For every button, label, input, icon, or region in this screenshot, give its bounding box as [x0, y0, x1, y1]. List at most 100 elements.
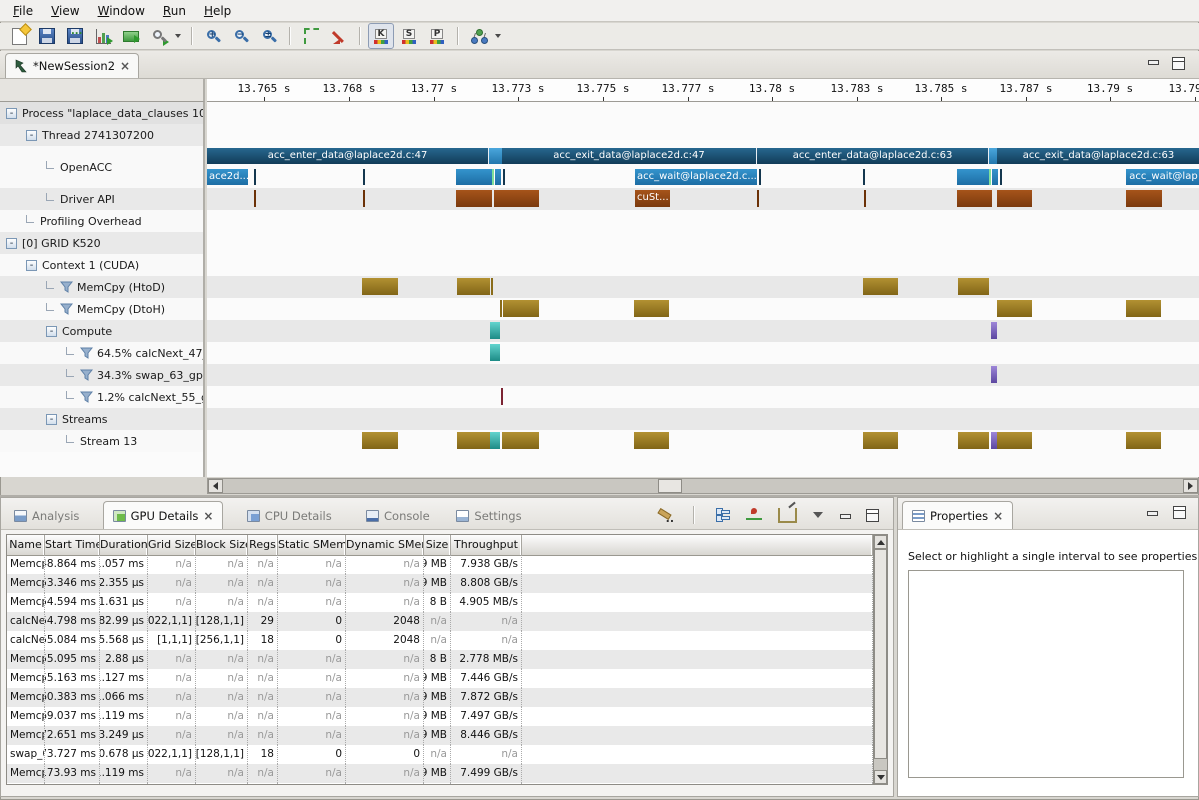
- timeline-interval[interactable]: [957, 169, 989, 185]
- gpu-table-row[interactable]: Memcpy153.346 ms62.355 µsn/an/an/an/an/a…: [7, 574, 873, 593]
- timeline-interval[interactable]: [500, 300, 502, 317]
- timeline-row-compute[interactable]: [207, 320, 1199, 342]
- column-header-static-smem[interactable]: Static SMem: [278, 535, 346, 555]
- tree-row-compute[interactable]: -Compute: [0, 320, 203, 342]
- tree-row-driver-api[interactable]: Driver API: [0, 188, 203, 210]
- collapse-icon[interactable]: -: [6, 108, 17, 119]
- timeline-interval[interactable]: [457, 278, 490, 295]
- maximize-panel-icon[interactable]: [866, 509, 879, 522]
- gpu-table-scrollbar-thumb[interactable]: [874, 549, 887, 759]
- gpu-table-row[interactable]: Memcpy173.93 ms1.119 msn/an/an/an/an/a9 …: [7, 764, 873, 783]
- edit-icon[interactable]: [657, 509, 672, 522]
- timeline-row-thread[interactable]: [207, 124, 1199, 146]
- gpu-table-row[interactable]: calcNext155.084 ms5.568 µs[1,1,1][256,1,…: [7, 631, 873, 650]
- tree-row-thread[interactable]: -Thread 2741307200: [0, 124, 203, 146]
- timeline-row-stream-13[interactable]: [207, 430, 1199, 452]
- column-header-dynamic-smem[interactable]: Dynamic SMem: [346, 535, 424, 555]
- tree-row-kernel-swap63[interactable]: 34.3% swap_63_gpu: [0, 364, 203, 386]
- collapse-icon[interactable]: -: [26, 130, 37, 141]
- timeline-interval[interactable]: [490, 432, 500, 449]
- menu-run[interactable]: Run: [154, 2, 195, 20]
- source-zoom-button[interactable]: [146, 23, 172, 49]
- timeline-interval[interactable]: [957, 190, 992, 207]
- timeline-row-process[interactable]: [207, 102, 1199, 124]
- collapse-icon[interactable]: -: [6, 238, 17, 249]
- timeline-interval[interactable]: [456, 169, 492, 185]
- tree-row-kernel-calcnext55[interactable]: 1.2% calcNext_55_g...: [0, 386, 203, 408]
- timeline-interval[interactable]: [864, 190, 866, 207]
- new-session-button[interactable]: [6, 23, 32, 49]
- timeline-interval[interactable]: [997, 190, 1032, 207]
- timeline-ruler[interactable]: 13.765 s13.768 s13.77 s13.773 s13.775 s1…: [207, 79, 1199, 102]
- timeline-interval-acc-wait-lap[interactable]: acc_wait@lap: [1126, 169, 1199, 185]
- tree-row-stream-13[interactable]: Stream 13: [0, 430, 203, 452]
- timeline-interval[interactable]: [958, 432, 989, 449]
- timeline-interval[interactable]: [490, 322, 500, 339]
- scroll-right-button[interactable]: [1183, 479, 1198, 493]
- timeline-interval-acc-enter-data-laplace2d-c-47[interactable]: acc_enter_data@laplace2d.c:47: [207, 148, 489, 164]
- timeline-interval[interactable]: [489, 148, 502, 164]
- timeline-interval[interactable]: [502, 432, 539, 449]
- timeline-row-profiling-overhead[interactable]: [207, 210, 1199, 232]
- gpu-table-row[interactable]: Memcpy179.163 ms1.073 msn/an/an/an/an/a9…: [7, 783, 873, 784]
- gpu-table-row[interactable]: Memcpy148.864 ms1.057 msn/an/an/an/an/a9…: [7, 555, 873, 574]
- timeline-interval[interactable]: [989, 148, 997, 164]
- timeline-row-driver-api[interactable]: cuSt...: [207, 188, 1199, 210]
- timeline-row-openacc-data[interactable]: acc_enter_data@laplace2d.c:47acc_exit_da…: [207, 146, 1199, 167]
- tree-row-kernel-calcnext47[interactable]: 64.5% calcNext_47_...: [0, 342, 203, 364]
- gpu-table-vertical-scrollbar[interactable]: [873, 534, 888, 785]
- tab-analysis[interactable]: Analysis: [5, 502, 88, 529]
- session-tab[interactable]: *NewSession2 ×: [5, 53, 139, 78]
- unguided-analysis-dropdown[interactable]: [495, 34, 501, 38]
- maximize-properties-icon[interactable]: [1173, 506, 1186, 519]
- timeline-row-kernel-swap63[interactable]: [207, 364, 1199, 386]
- tree-row-profiling-overhead[interactable]: Profiling Overhead: [0, 210, 203, 232]
- tab-settings[interactable]: Settings: [447, 502, 530, 529]
- tab-close-icon[interactable]: ×: [203, 511, 213, 521]
- timeline-interval[interactable]: [1126, 432, 1161, 449]
- marker-ruler-button[interactable]: [326, 23, 352, 49]
- column-header-block-size[interactable]: Block Size: [196, 535, 248, 555]
- segment-view-icon[interactable]: [716, 508, 730, 522]
- tab-gpu-details[interactable]: GPU Details×: [103, 501, 224, 529]
- tree-row-grid-k520[interactable]: -[0] GRID K520: [0, 232, 203, 254]
- timeline-interval-acc-enter-data-laplace2d-c-63[interactable]: acc_enter_data@laplace2d.c:63: [757, 148, 989, 164]
- gpu-table-row[interactable]: Memcpy169.037 ms1.119 msn/an/an/an/an/a9…: [7, 707, 873, 726]
- menu-file[interactable]: File: [4, 2, 42, 20]
- timeline-interval[interactable]: [991, 366, 997, 383]
- color-by-kernel-button[interactable]: K: [368, 23, 394, 49]
- timeline-interval[interactable]: [501, 388, 503, 405]
- minimize-icon[interactable]: [1147, 57, 1158, 66]
- timeline-interval[interactable]: [362, 278, 398, 295]
- timeline-interval[interactable]: [757, 190, 759, 207]
- timeline-row-memcpy-dtoh[interactable]: [207, 298, 1199, 320]
- timeline-interval[interactable]: [958, 278, 989, 295]
- timeline-interval[interactable]: [503, 169, 505, 185]
- zoom-out-button[interactable]: −: [228, 23, 254, 49]
- gpu-table-header[interactable]: NameStart TimeDurationGrid SizeBlock Siz…: [7, 535, 873, 556]
- timeline-row-grid-k520[interactable]: [207, 232, 1199, 254]
- timeline-interval[interactable]: [456, 190, 492, 207]
- timeline-row-context-1[interactable]: [207, 254, 1199, 276]
- timeline-canvas[interactable]: acc_enter_data@laplace2d.c:47acc_exit_da…: [207, 102, 1199, 477]
- timeline-interval[interactable]: [491, 278, 493, 295]
- timeline-row-streams[interactable]: [207, 408, 1199, 430]
- timeline-interval[interactable]: [254, 169, 256, 185]
- tab-console[interactable]: Console: [357, 502, 439, 529]
- scroll-left-button[interactable]: [208, 479, 223, 493]
- timeline-interval[interactable]: [254, 190, 256, 207]
- timeline-interval[interactable]: [490, 344, 500, 361]
- rename-session-button[interactable]: [118, 23, 144, 49]
- timeline-scrollbar-thumb[interactable]: [658, 479, 682, 493]
- tree-row-memcpy-dtoh[interactable]: MemCpy (DtoH): [0, 298, 203, 320]
- gpu-table-row[interactable]: Memcpy155.095 ms2.88 µsn/an/an/an/an/a8 …: [7, 650, 873, 669]
- gpu-table-row[interactable]: Memcpy160.383 ms1.066 msn/an/an/an/an/a9…: [7, 688, 873, 707]
- timeline-interval[interactable]: [997, 432, 1032, 449]
- column-header-size[interactable]: Size: [424, 535, 451, 555]
- timeline-interval[interactable]: [634, 432, 669, 449]
- free-marker-button[interactable]: [298, 23, 324, 49]
- tree-row-context-1[interactable]: -Context 1 (CUDA): [0, 254, 203, 276]
- menu-window[interactable]: Window: [89, 2, 154, 20]
- save-all-button[interactable]: [62, 23, 88, 49]
- timeline-row-kernel-calcnext47[interactable]: [207, 342, 1199, 364]
